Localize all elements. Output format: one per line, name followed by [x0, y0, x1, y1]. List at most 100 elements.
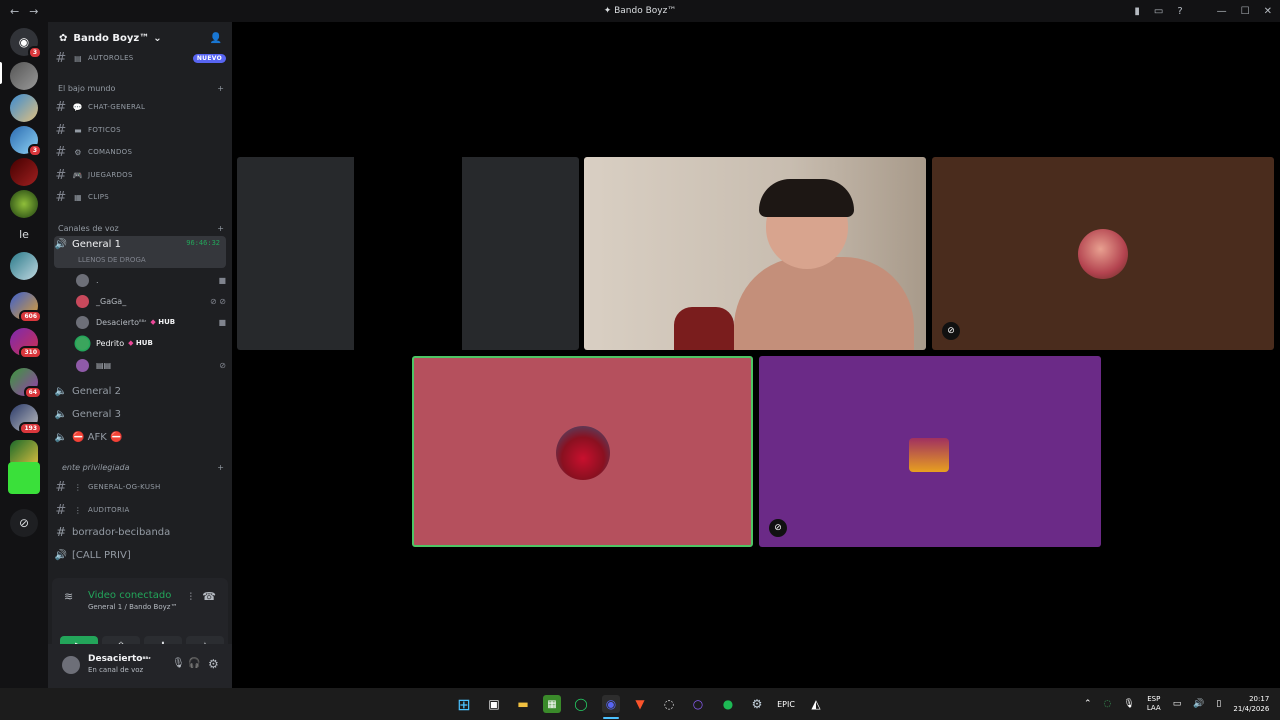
add-channel-icon[interactable]: + — [217, 463, 224, 472]
voice-channel-name: ⛔ AFK ⛔ — [72, 431, 123, 443]
person-shape — [734, 257, 914, 350]
hash-icon: # — [55, 99, 67, 115]
server-icon[interactable] — [10, 94, 38, 122]
server-icon[interactable] — [10, 158, 38, 186]
member-name: Pedrito — [96, 338, 125, 348]
voice-channel[interactable]: 🔈 ⛔ AFK ⛔ — [54, 427, 226, 447]
server-folder-icon[interactable]: 310 — [10, 328, 42, 359]
channel-item[interactable]: # ▤ AUTOROLES NUEVO — [54, 48, 226, 68]
server-icon-green[interactable] — [8, 462, 40, 494]
gear-icon[interactable]: ⚙ — [208, 657, 219, 671]
category-header[interactable]: El bajo mundo + — [58, 84, 224, 93]
avatar — [76, 336, 89, 350]
language-indicator[interactable]: ESP LAA — [1147, 695, 1161, 713]
help-icon[interactable]: ? — [1177, 6, 1182, 17]
server-folder-icon[interactable]: 606 — [10, 292, 42, 323]
channel-item[interactable]: # 🎮 JUEGARDOS — [54, 165, 226, 185]
voice-member[interactable]: Pedrito HUB — [76, 333, 226, 353]
spotify-icon[interactable]: ● — [719, 695, 737, 713]
screen-share-tile[interactable] — [237, 157, 579, 350]
server-folder-icon[interactable]: 193 — [10, 404, 42, 435]
channel-item[interactable]: # ▬ FOTICOS — [54, 120, 226, 140]
inbox-icon[interactable]: ▭ — [1154, 6, 1163, 17]
minecraft-icon[interactable]: ▦ — [543, 695, 561, 713]
category-header[interactable]: ente privilegiada + — [58, 463, 224, 472]
server-icon[interactable]: 3 — [10, 126, 42, 157]
channel-item[interactable]: # borrador-becibanda — [54, 522, 226, 542]
microphone-icon[interactable]: 🎙 — [172, 658, 185, 669]
close-button[interactable]: ✕ — [1264, 6, 1272, 17]
video-icon: ■ — [218, 317, 226, 327]
app-icon[interactable]: ○ — [689, 695, 707, 713]
user-avatar — [909, 438, 949, 472]
add-channel-icon[interactable]: + — [217, 84, 224, 93]
disconnect-icon[interactable]: ☎ — [202, 590, 216, 603]
user-tile-purple[interactable]: ⊘ — [759, 356, 1101, 547]
channel-name: CHAT-GENERAL — [88, 103, 146, 111]
unread-badge: 3 — [27, 144, 42, 157]
voice-connected-subtitle: General 1 / Bando Boyz™ — [88, 603, 178, 611]
noise-suppression-icon[interactable]: ⫶ — [190, 592, 193, 603]
discover-icon[interactable]: ⊘ — [10, 509, 38, 537]
channel-item[interactable]: # ▦ CLIPS — [54, 187, 226, 207]
folder-icon[interactable]: ▬ — [514, 695, 532, 713]
server-icon[interactable] — [10, 190, 38, 218]
channel-item[interactable]: # ⋮ GENERAL-OG-KUSH — [54, 477, 226, 497]
voice-member[interactable]: _GaGa_ ⊘ ⊘ — [76, 291, 226, 311]
file-explorer-icon[interactable]: ▣ — [485, 695, 503, 713]
back-button[interactable]: ← — [10, 5, 19, 18]
camera-tile[interactable] — [584, 157, 926, 350]
voice-member[interactable]: . ■ — [76, 270, 226, 290]
voice-member[interactable]: ▤▤ ⊘ — [76, 355, 226, 375]
server-rail: ◉ 3 3 le 606 310 64 193 5 ⊘ — [0, 22, 65, 688]
add-member-icon[interactable]: 👤 — [210, 33, 222, 44]
clock[interactable]: 20:17 21/4/2026 — [1233, 694, 1269, 714]
discord-icon[interactable]: ◉ — [602, 695, 620, 713]
windows-start-icon[interactable]: ⊞ — [455, 695, 473, 714]
avatar — [76, 294, 89, 308]
forward-button[interactable]: → — [29, 5, 38, 18]
user-avatar — [1078, 229, 1128, 279]
hash-icon: # — [55, 525, 67, 539]
channel-name: CLIPS — [88, 193, 110, 201]
epic-games-icon[interactable]: EPIC — [777, 695, 795, 713]
headphones-icon[interactable]: 🎧 — [188, 658, 200, 669]
user-tile-speaking[interactable] — [412, 356, 753, 547]
voice-member[interactable]: Desacierto ᴮᴮᶻ HUB ■ — [76, 312, 226, 332]
server-icon[interactable] — [10, 252, 38, 280]
voice-channel[interactable]: 🔊 [CALL PRIV] — [54, 545, 226, 565]
maximize-button[interactable]: ☐ — [1241, 6, 1250, 17]
voice-channel[interactable]: 🔈 General 3 — [54, 404, 226, 424]
server-icon[interactable] — [10, 62, 38, 90]
video-stage: ⊘ ⊘ — [232, 22, 1280, 688]
steam-icon[interactable]: ⚙ — [748, 695, 766, 713]
voice-channel[interactable]: 🔈 General 2 — [54, 381, 226, 401]
brave-icon[interactable]: ▼ — [631, 695, 649, 713]
whatsapp-icon[interactable]: ◯ — [572, 695, 590, 713]
network-icon[interactable]: ▭ — [1173, 699, 1182, 709]
app-icon[interactable]: ◌ — [660, 695, 678, 713]
add-channel-icon[interactable]: + — [217, 224, 224, 233]
category-header[interactable]: Canales de voz + — [58, 224, 224, 233]
server-folder-icon[interactable]: 64 — [10, 368, 42, 399]
unread-badge: 64 — [23, 386, 42, 399]
battery-icon[interactable]: ▯ — [1216, 699, 1221, 709]
bookmark-icon[interactable]: ▮ — [1134, 6, 1140, 17]
channel-item[interactable]: # ⚙ COMANDOS — [54, 142, 226, 162]
chair-shape — [674, 307, 734, 350]
server-text-icon[interactable]: le — [10, 228, 38, 241]
app-icon[interactable]: ◭ — [807, 695, 825, 713]
user-name-row: Desaciertoᴮᴮᶻ — [88, 654, 151, 664]
minimize-button[interactable]: — — [1217, 6, 1227, 17]
window-title: ✦ Bando Boyz™ — [0, 6, 1280, 16]
discord-home-icon[interactable]: ◉ 3 — [10, 28, 42, 59]
microphone-icon[interactable]: 🎙 — [1123, 699, 1134, 709]
user-tile-brown[interactable]: ⊘ — [932, 157, 1274, 350]
tray-icon[interactable]: ◌ — [1104, 699, 1112, 709]
user-avatar[interactable] — [62, 656, 80, 674]
channel-item[interactable]: # ⋮ AUDITORIA — [54, 500, 226, 520]
chevron-up-icon[interactable]: ⌃ — [1084, 699, 1092, 709]
channel-item[interactable]: # 💬 CHAT-GENERAL — [54, 97, 226, 117]
volume-icon[interactable]: 🔊 — [1193, 699, 1204, 709]
user-name-suffix: ᴮᴮᶻ — [142, 656, 151, 663]
